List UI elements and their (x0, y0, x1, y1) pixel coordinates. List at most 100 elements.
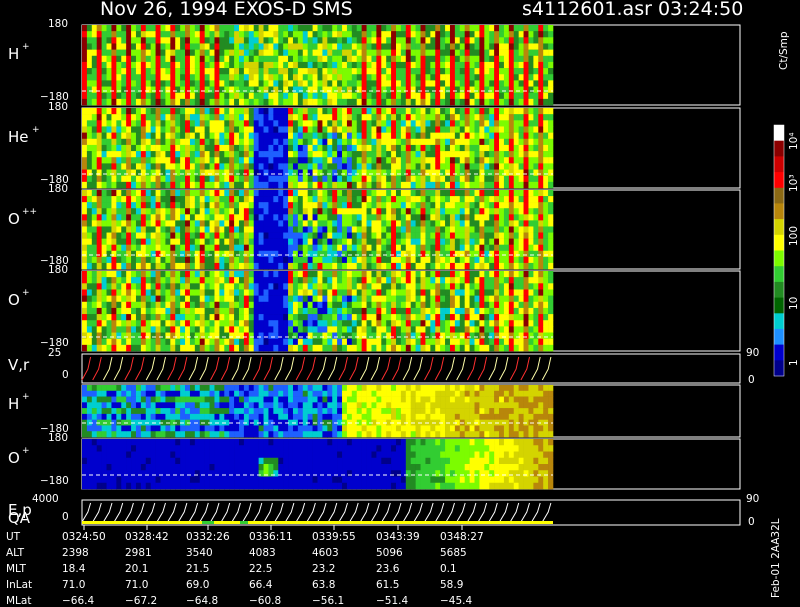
spectrogram-cell (303, 133, 308, 139)
spectrogram-cell (406, 326, 411, 332)
spectrogram-cell (151, 74, 156, 80)
spectrogram-cell (170, 139, 175, 145)
spectrogram-cell (239, 56, 244, 62)
spectrogram-cell (445, 214, 450, 220)
spectrogram-cell (504, 239, 509, 245)
spectrogram-cell (254, 114, 259, 120)
spectrogram-cell (352, 226, 357, 232)
spectrogram-cell (102, 326, 107, 332)
spectrogram-cell (425, 314, 430, 320)
spectrogram-cell (528, 271, 533, 277)
spectrogram-cell (293, 202, 298, 208)
spectrogram-cell (121, 277, 126, 283)
spectrogram-cell (116, 314, 121, 320)
spectrogram-cell (151, 202, 156, 208)
spectrogram-cell (293, 214, 298, 220)
spectrogram-cell (102, 202, 107, 208)
spectrogram-cell (165, 302, 170, 308)
spectrogram-cell (509, 50, 514, 56)
spectrogram-cell (210, 139, 215, 145)
spectrogram-cell (82, 320, 87, 326)
spectrogram-cell (381, 257, 386, 263)
spectrogram-cell (445, 56, 450, 62)
spectrogram-cell (126, 80, 131, 86)
spectrogram-cell (151, 68, 156, 74)
spectrogram-cell (504, 139, 509, 145)
spectrogram-cell (425, 196, 430, 202)
spectrogram-cell (136, 170, 141, 176)
spectrogram-cell (455, 50, 460, 56)
spectrogram-cell (538, 296, 543, 302)
spectrogram-cell (107, 302, 112, 308)
spectrogram-cell (229, 133, 234, 139)
spectrogram-cell (195, 145, 200, 151)
spectrogram-cell (107, 139, 112, 145)
spectrogram-cell (308, 80, 313, 86)
spectrogram-cell (494, 50, 499, 56)
spectrogram-cell (381, 114, 386, 120)
spectrogram-cell (401, 202, 406, 208)
spectrogram-cell (244, 314, 249, 320)
spectrogram-cell (381, 139, 386, 145)
spectrogram-cell (82, 251, 87, 257)
spectrogram-cell (185, 296, 190, 302)
spectrogram-cell (322, 145, 327, 151)
spectrogram-cell (288, 126, 293, 132)
spectrogram-cell (136, 139, 141, 145)
spectrogram-cell (381, 62, 386, 68)
spectrogram-cell (156, 151, 161, 157)
spectrogram-cell (421, 68, 426, 74)
spectrogram-cell (445, 277, 450, 283)
spectrogram-cell (386, 25, 391, 31)
spectrogram-cell (126, 99, 131, 105)
spectrogram-cell (268, 139, 273, 145)
spectrogram-cell (313, 251, 318, 257)
spectrogram-cell (440, 176, 445, 182)
spectrogram-cell (475, 114, 480, 120)
spectrogram-cell (126, 126, 131, 132)
spectrogram-cell (239, 163, 244, 169)
spectrogram-cell (494, 99, 499, 105)
spectrogram-cell (224, 99, 229, 105)
spectrogram-cell (391, 271, 396, 277)
spectrogram-cell (131, 182, 136, 188)
spectrogram-cell (185, 182, 190, 188)
spectrogram-cell (371, 93, 376, 99)
spectrogram-cell (97, 157, 102, 163)
spectrogram-cell (376, 239, 381, 245)
spectrogram-cell (499, 68, 504, 74)
spectrogram-cell (116, 163, 121, 169)
spectrogram-cell (347, 277, 352, 283)
spectrogram-cell (347, 214, 352, 220)
spectrogram-cell (146, 277, 151, 283)
spectrogram-cell (210, 202, 215, 208)
spectrogram-cell (175, 257, 180, 263)
spectrogram-cell (219, 68, 224, 74)
spectrogram-cell (318, 320, 323, 326)
spectrogram-cell (475, 151, 480, 157)
spectrogram-cell (322, 68, 327, 74)
spectrogram-cell (381, 314, 386, 320)
spectrogram-cell (244, 271, 249, 277)
spectrogram-cell (484, 333, 489, 339)
spectrogram-cell (362, 220, 367, 226)
spectrogram-cell (102, 157, 107, 163)
spectrogram-cell (391, 182, 396, 188)
spectrogram-cell (386, 50, 391, 56)
spectrogram-cell (254, 226, 259, 232)
spectrogram-cell (180, 263, 185, 269)
spectrogram-cell (519, 226, 524, 232)
spectrogram-cell (533, 239, 538, 245)
spectrogram-cell (111, 31, 116, 37)
spectrogram-cell (322, 308, 327, 314)
spectrogram-cell (421, 320, 426, 326)
spectrogram-cell (371, 99, 376, 105)
spectrogram-cell (141, 56, 146, 62)
spectrogram-cell (278, 151, 283, 157)
spectrogram-cell (367, 43, 372, 49)
spectrogram-cell (239, 31, 244, 37)
spectrogram-cell (548, 283, 553, 289)
spectrogram-cell (185, 108, 190, 114)
spectrogram-cell (484, 339, 489, 345)
spectrogram-cell (283, 139, 288, 145)
